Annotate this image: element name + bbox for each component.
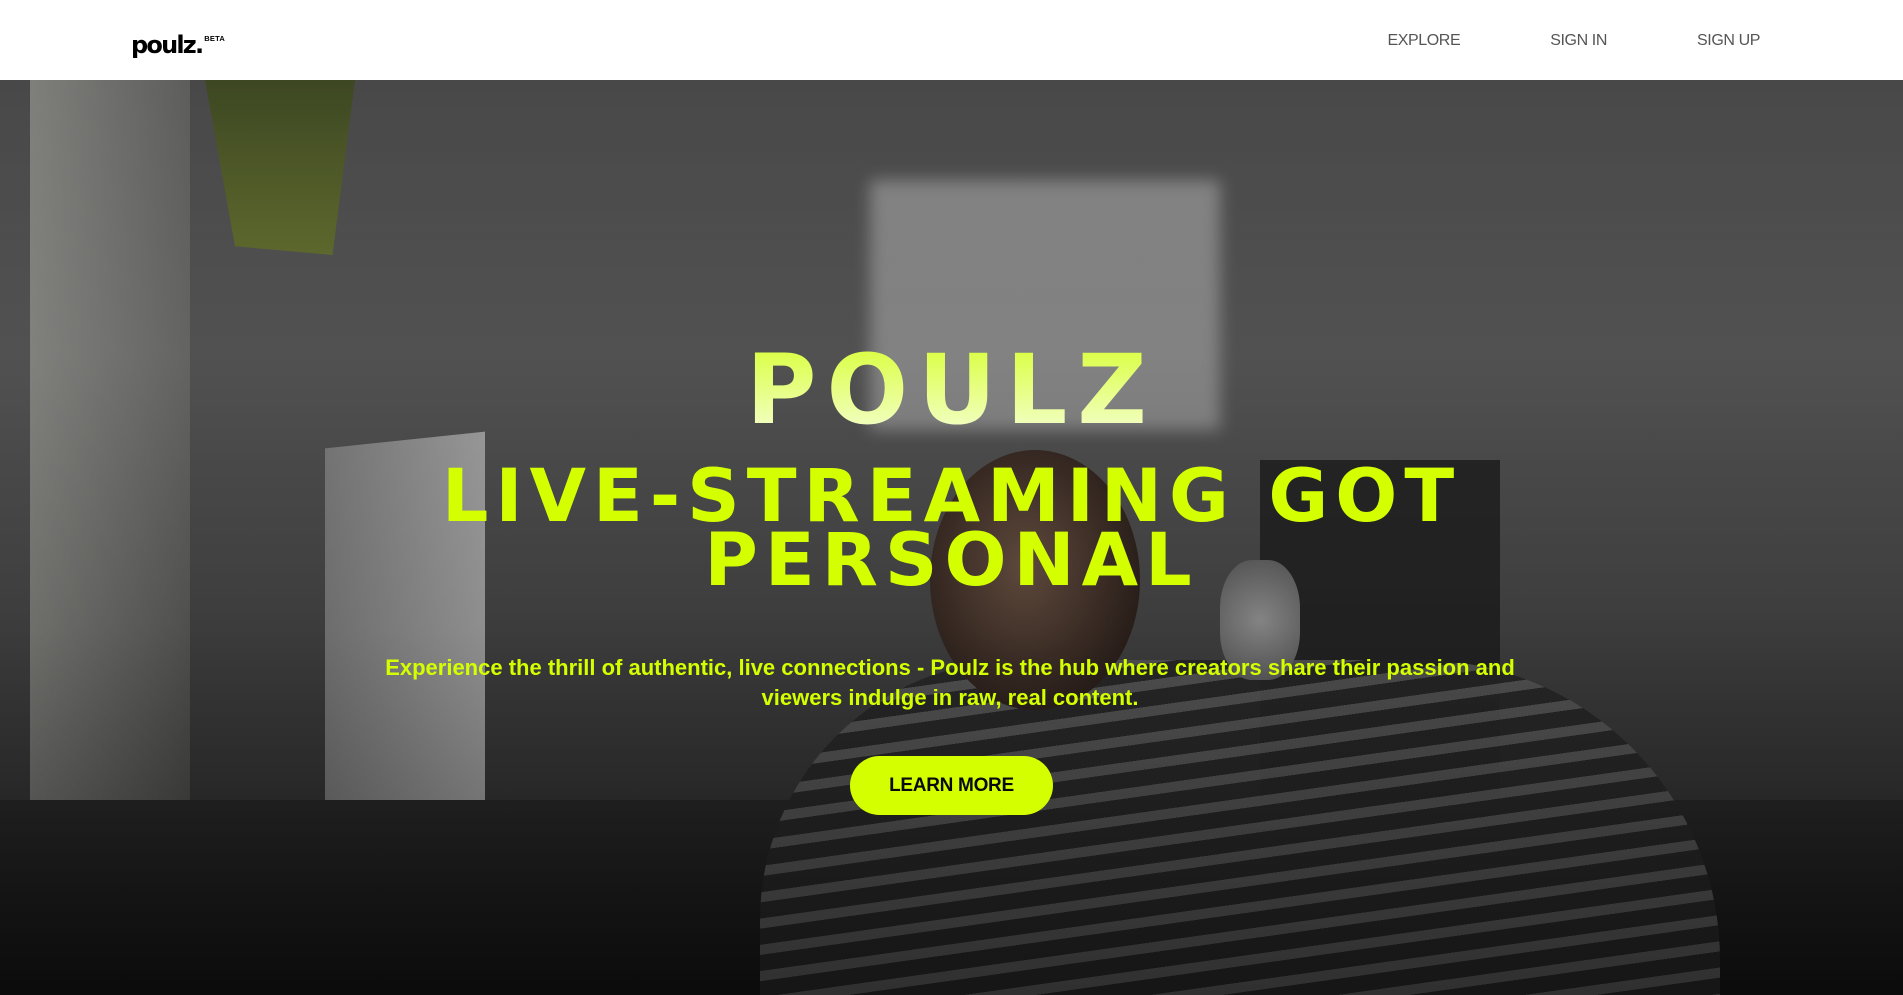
poulz-logo[interactable]: poulz. BETA <box>131 33 225 57</box>
main-nav: EXPLORE SIGN IN SIGN UP <box>1387 32 1760 50</box>
learn-more-button[interactable]: LEARN MORE <box>850 756 1053 815</box>
hero-brand-title: POULZ <box>0 342 1903 438</box>
hero-description: Experience the thrill of authentic, live… <box>385 655 1515 710</box>
nav-sign-in-link[interactable]: SIGN IN <box>1550 32 1607 50</box>
hero-content: POULZ LIVE-STREAMING GOT PERSONAL Experi… <box>0 80 1903 995</box>
hero-section: POULZ LIVE-STREAMING GOT PERSONAL Experi… <box>0 80 1903 995</box>
hero-tagline-line-2: PERSONAL <box>704 518 1199 603</box>
beta-badge: BETA <box>204 34 225 43</box>
hero-tagline: LIVE-STREAMING GOT PERSONAL <box>0 460 1903 603</box>
logo-wordmark: poulz. <box>131 31 204 59</box>
nav-sign-up-link[interactable]: SIGN UP <box>1697 32 1760 50</box>
top-navigation-bar: poulz. BETA EXPLORE SIGN IN SIGN UP <box>0 0 1903 80</box>
nav-explore-link[interactable]: EXPLORE <box>1387 32 1460 50</box>
